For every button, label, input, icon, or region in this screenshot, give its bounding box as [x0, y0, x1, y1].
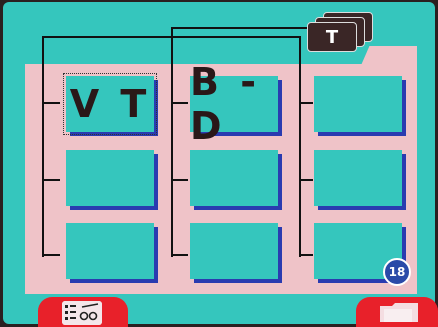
- stack-card-label: T: [307, 22, 357, 52]
- folder-stack-icon[interactable]: T: [307, 12, 377, 56]
- chart-edit-icon: [62, 301, 102, 325]
- tile-7[interactable]: [66, 223, 154, 279]
- tile-3[interactable]: [314, 76, 402, 132]
- tile-5[interactable]: [190, 150, 278, 206]
- tile-6[interactable]: [314, 150, 402, 206]
- page-number-badge: 18: [383, 258, 411, 286]
- folder-icon: [380, 303, 418, 322]
- tile-4[interactable]: [66, 150, 154, 206]
- tile-1[interactable]: V T: [63, 73, 157, 135]
- chart-edit-button[interactable]: [38, 297, 128, 327]
- tile-2[interactable]: B - D: [190, 60, 278, 148]
- tile-8[interactable]: [190, 223, 278, 279]
- folder-button[interactable]: [356, 297, 438, 327]
